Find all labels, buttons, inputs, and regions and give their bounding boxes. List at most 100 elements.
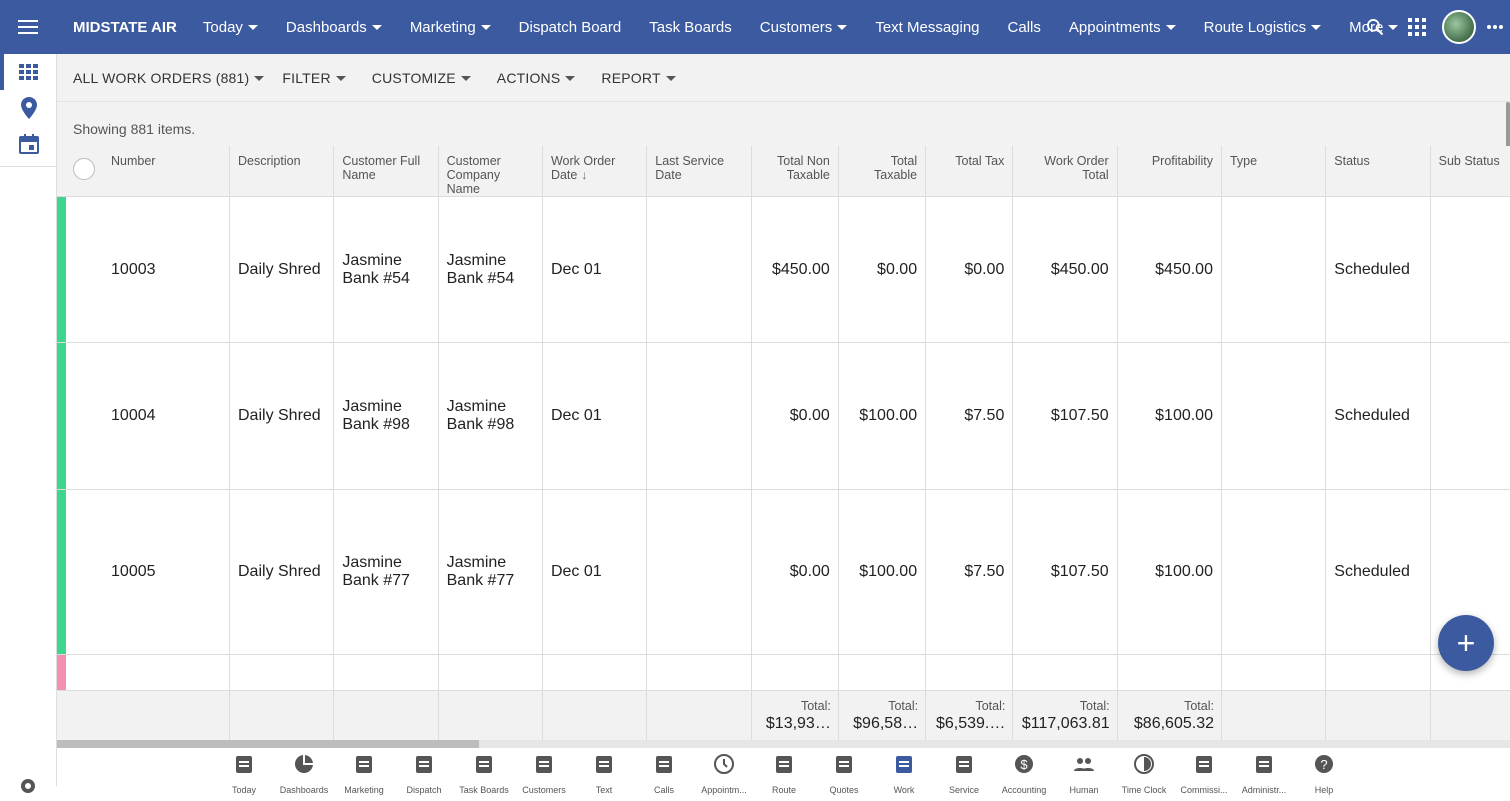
cell-number: 10005 xyxy=(66,489,231,655)
dock-item-human[interactable]: Human xyxy=(1054,752,1114,795)
nav-item-calls[interactable]: Calls xyxy=(994,0,1055,54)
cell-total-taxable: $100.00 xyxy=(838,489,927,655)
total-cell xyxy=(438,690,543,740)
chevron-down-icon xyxy=(335,75,346,81)
cell-total-taxable: $0.00 xyxy=(838,196,927,343)
column-header-customer-full-name[interactable]: Customer Full Name xyxy=(333,146,439,197)
column-header-work-order-total[interactable]: Work Order Total xyxy=(1012,146,1118,197)
total-cell xyxy=(1221,690,1327,740)
chevron-down-icon xyxy=(480,25,491,30)
chevron-down-icon xyxy=(837,25,848,30)
column-header-total-taxable[interactable]: Total Taxable xyxy=(838,146,927,197)
dock-item-dashboards[interactable]: Dashboards xyxy=(274,752,334,795)
filter-dropdown[interactable]: FILTER xyxy=(274,70,353,86)
map-pin-icon[interactable] xyxy=(0,90,57,126)
sort-descending-icon[interactable]: ↓ xyxy=(581,168,587,182)
more-horizontal-icon[interactable] xyxy=(1480,0,1510,54)
cell-last-service-date xyxy=(646,654,752,691)
actions-dropdown[interactable]: ACTIONS xyxy=(489,70,584,86)
dock-item-calls[interactable]: Calls xyxy=(634,752,694,795)
total-cell xyxy=(646,690,752,740)
view-selector-dropdown[interactable]: ALL WORK ORDERS (881) xyxy=(65,70,272,86)
toolbar: ALL WORK ORDERS (881) FILTER CUSTOMIZE A… xyxy=(57,54,1510,102)
avatar[interactable] xyxy=(1442,10,1476,44)
column-header-sub-status[interactable]: Sub Status xyxy=(1430,146,1510,197)
dock-item-appointm[interactable]: Appointm... xyxy=(694,752,754,795)
cell-total-taxable: $100.00 xyxy=(838,342,927,490)
nav-item-dashboards[interactable]: Dashboards xyxy=(272,0,396,54)
nav-item-appointments[interactable]: Appointments xyxy=(1055,0,1190,54)
column-header-customer-company-name[interactable]: Customer Company Name xyxy=(438,146,543,197)
nav-item-route-logistics[interactable]: Route Logistics xyxy=(1190,0,1336,54)
dock-item-label: Text xyxy=(595,785,613,795)
table-row[interactable] xyxy=(57,654,1510,691)
total-cell: Total: $6,539.… xyxy=(925,690,1014,740)
nav-item-customers[interactable]: Customers xyxy=(746,0,862,54)
cell-sub-status xyxy=(1430,342,1510,490)
dock-item-text[interactable]: Text xyxy=(574,752,634,795)
column-header-description[interactable]: Description xyxy=(229,146,335,197)
dock-item-dispatch[interactable]: Dispatch xyxy=(394,752,454,795)
dock-item-today[interactable]: Today xyxy=(214,752,274,795)
column-header-label: Sub Status xyxy=(1438,154,1500,168)
cell-status xyxy=(1325,654,1431,691)
grid-view-icon[interactable] xyxy=(0,54,57,90)
dock-item-service[interactable]: Service xyxy=(934,752,994,795)
quotes-icon xyxy=(832,752,856,781)
table-row[interactable]: 10004 Daily Shred Jasmine Bank #98 Jasmine … xyxy=(57,342,1510,490)
dock-item-route[interactable]: Route xyxy=(754,752,814,795)
task-boards-icon xyxy=(472,752,496,781)
scrollbar-thumb[interactable] xyxy=(57,740,479,748)
total-label: Total: xyxy=(975,699,1006,713)
dock-item-help[interactable]: ? Help xyxy=(1294,752,1354,795)
column-header-status[interactable]: Status xyxy=(1325,146,1431,197)
hamburger-menu-icon[interactable] xyxy=(0,0,56,54)
nav-item-label: Dispatch Board xyxy=(518,18,622,36)
column-header-label: Type xyxy=(1229,154,1258,168)
search-icon[interactable] xyxy=(1354,0,1396,54)
cell-total-non-taxable: $0.00 xyxy=(751,489,839,655)
total-value: $13,93… xyxy=(765,715,831,732)
table-row[interactable]: 10003 Daily Shred Jasmine Bank #54 Jasmine … xyxy=(57,196,1510,343)
cell-customer-full-name: Jasmine Bank #54 xyxy=(333,196,439,343)
total-value: $117,063.81 xyxy=(1021,715,1110,732)
column-header-label: Total Non Taxable xyxy=(777,154,830,182)
horizontal-scrollbar[interactable] xyxy=(57,740,1510,748)
table-row[interactable]: 10005 Daily Shred Jasmine Bank #77 Jasmine … xyxy=(57,489,1510,655)
dock-item-label: Administr... xyxy=(1241,785,1287,795)
column-header-number[interactable]: Number xyxy=(66,146,231,197)
dock-item-quotes[interactable]: Quotes xyxy=(814,752,874,795)
calendar-icon[interactable] xyxy=(0,126,57,162)
dock-item-commissi[interactable]: Commissi... xyxy=(1174,752,1234,795)
add-work-order-button[interactable]: + xyxy=(1438,615,1494,671)
select-all-checkbox[interactable] xyxy=(73,158,96,180)
column-header-profitability[interactable]: Profitability xyxy=(1117,146,1222,197)
dock-item-accounting[interactable]: $ Accounting xyxy=(994,752,1054,795)
column-header-total-non-taxable[interactable]: Total Non Taxable xyxy=(751,146,839,197)
cell-total-tax: $0.00 xyxy=(925,196,1014,343)
column-header-last-service-date[interactable]: Last Service Date xyxy=(646,146,752,197)
footer-stripe-cell xyxy=(57,690,67,740)
column-header-work-order-date[interactable]: Work Order Date ↓ xyxy=(542,146,648,197)
nav-item-marketing[interactable]: Marketing xyxy=(396,0,505,54)
dock-item-administr[interactable]: Administr... xyxy=(1234,752,1294,795)
dock-item-label: Work xyxy=(893,785,915,795)
brand-name[interactable]: MIDSTATE AIR xyxy=(73,19,177,36)
column-header-type[interactable]: Type xyxy=(1221,146,1327,197)
nav-item-today[interactable]: Today xyxy=(189,0,272,54)
dock-item-marketing[interactable]: Marketing xyxy=(334,752,394,795)
report-dropdown[interactable]: REPORT xyxy=(593,70,683,86)
stripe-header xyxy=(57,146,67,197)
dock-item-customers[interactable]: Customers xyxy=(514,752,574,795)
column-header-total-tax[interactable]: Total Tax xyxy=(925,146,1014,197)
nav-item-dispatch-board[interactable]: Dispatch Board xyxy=(505,0,636,54)
total-cell xyxy=(542,690,648,740)
dock-item-time-clock[interactable]: Time Clock xyxy=(1114,752,1174,795)
nav-item-task-boards[interactable]: Task Boards xyxy=(635,0,746,54)
dock-item-work[interactable]: Work xyxy=(874,752,934,795)
nav-item-text-messaging[interactable]: Text Messaging xyxy=(861,0,993,54)
customize-dropdown[interactable]: CUSTOMIZE xyxy=(364,70,479,86)
apps-grid-icon[interactable] xyxy=(1396,0,1438,54)
dock-item-task-boards[interactable]: Task Boards xyxy=(454,752,514,795)
settings-gear-icon[interactable] xyxy=(18,776,38,801)
